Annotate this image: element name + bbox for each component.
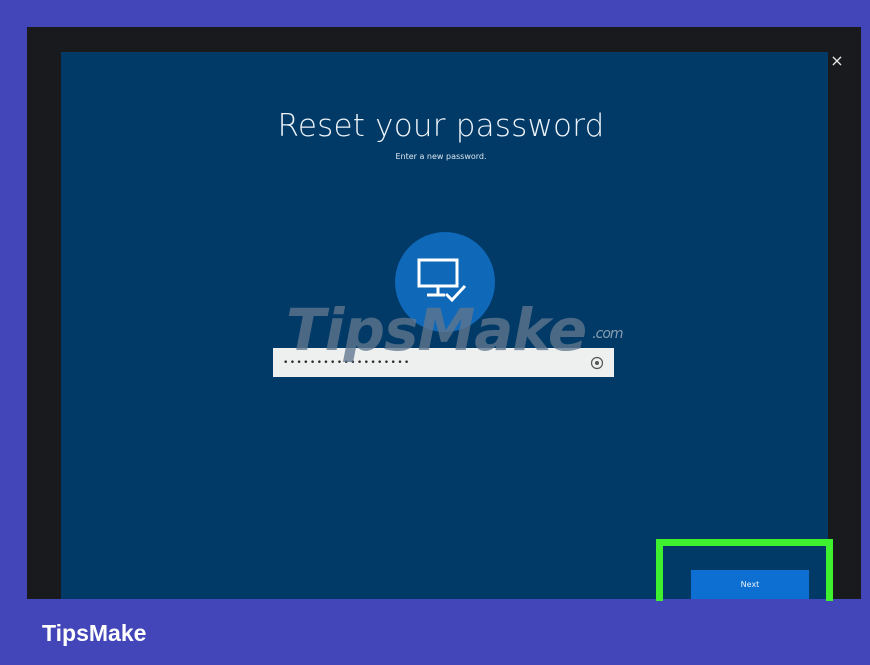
password-field[interactable]: ••••••••••••••••••• xyxy=(273,348,614,377)
brand-logo: TipsMake xyxy=(42,620,147,646)
next-button[interactable]: Next xyxy=(691,570,809,599)
pc-check-icon xyxy=(417,258,467,303)
avatar xyxy=(395,232,495,332)
page-subtitle: Enter a new password. xyxy=(395,152,487,161)
page-title: Reset your password xyxy=(277,108,605,144)
eye-icon[interactable] xyxy=(590,356,604,370)
password-value: ••••••••••••••••••• xyxy=(283,357,411,368)
close-icon[interactable]: × xyxy=(827,51,847,71)
